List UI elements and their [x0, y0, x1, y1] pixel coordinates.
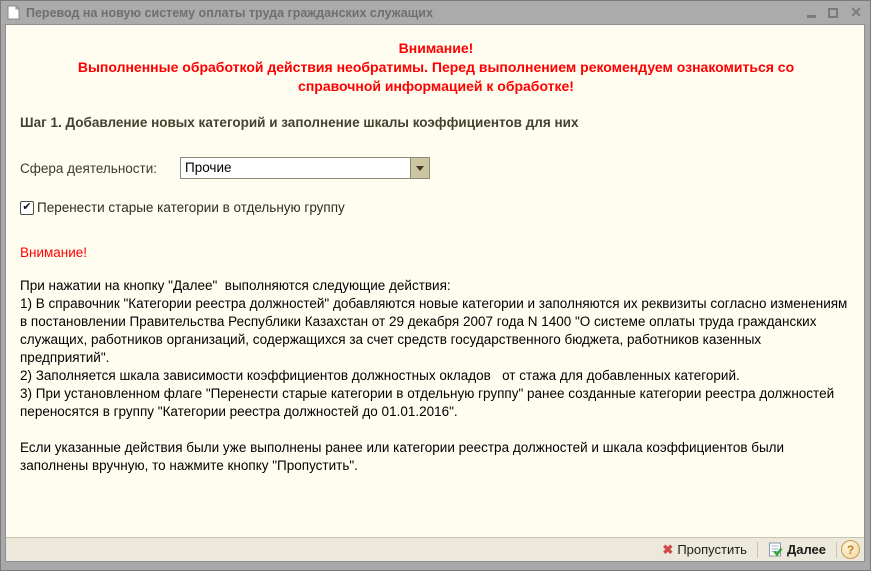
close-icon: ✕ — [850, 4, 862, 20]
minimize-icon — [807, 15, 816, 18]
window-title: Перевод на новую систему оплаты труда гр… — [26, 6, 807, 20]
notice-title: Внимание! — [20, 245, 852, 260]
chevron-down-icon — [416, 166, 424, 171]
step-heading: Шаг 1. Добавление новых категорий и запо… — [20, 115, 852, 130]
sphere-combobox-value[interactable]: Прочие — [181, 158, 410, 178]
next-button[interactable]: Далее — [762, 540, 832, 559]
move-old-categories-row: ✔ Перенести старые категории в отдельную… — [20, 200, 852, 215]
warning-banner-title: Внимание! — [40, 39, 832, 58]
maximize-icon — [828, 8, 838, 18]
toolbar-separator — [836, 542, 837, 558]
red-x-icon: ✖ — [662, 543, 673, 556]
checkmark-icon: ✔ — [22, 202, 31, 213]
document-icon — [7, 5, 20, 20]
sphere-field-label: Сфера деятельности: — [20, 161, 180, 176]
sphere-combobox[interactable]: Прочие — [180, 157, 430, 179]
minimize-button[interactable] — [807, 7, 816, 18]
skip-button[interactable]: ✖ Пропустить — [656, 540, 753, 559]
question-mark-icon: ? — [847, 543, 854, 557]
close-button[interactable]: ✕ — [850, 5, 862, 21]
skip-button-label: Пропустить — [677, 542, 747, 557]
next-button-label: Далее — [787, 542, 826, 557]
warning-banner-text: Выполненные обработкой действия необрати… — [40, 58, 832, 96]
sphere-combobox-dropdown-button[interactable] — [410, 158, 429, 178]
move-old-categories-checkbox[interactable]: ✔ — [20, 201, 34, 215]
notice-footer: Если указанные действия были уже выполне… — [20, 439, 852, 475]
dialog-content: Внимание! Выполненные обработкой действи… — [6, 25, 864, 537]
help-button[interactable]: ? — [841, 540, 860, 559]
titlebar: Перевод на новую систему оплаты труда гр… — [1, 1, 870, 24]
app-window: Перевод на новую систему оплаты труда гр… — [0, 0, 871, 571]
notice-body: При нажатии на кнопку "Далее" выполняютс… — [20, 277, 852, 421]
toolbar-separator — [757, 542, 758, 558]
bottom-toolbar: ✖ Пропустить Далее ? — [6, 537, 864, 561]
maximize-button[interactable] — [828, 8, 838, 18]
dialog-client-area: Внимание! Выполненные обработкой действи… — [5, 24, 865, 562]
move-old-categories-label[interactable]: Перенести старые категории в отдельную г… — [37, 200, 345, 215]
warning-banner: Внимание! Выполненные обработкой действи… — [40, 39, 832, 96]
form-check-icon — [768, 542, 783, 557]
sphere-field-row: Сфера деятельности: Прочие — [20, 157, 852, 179]
